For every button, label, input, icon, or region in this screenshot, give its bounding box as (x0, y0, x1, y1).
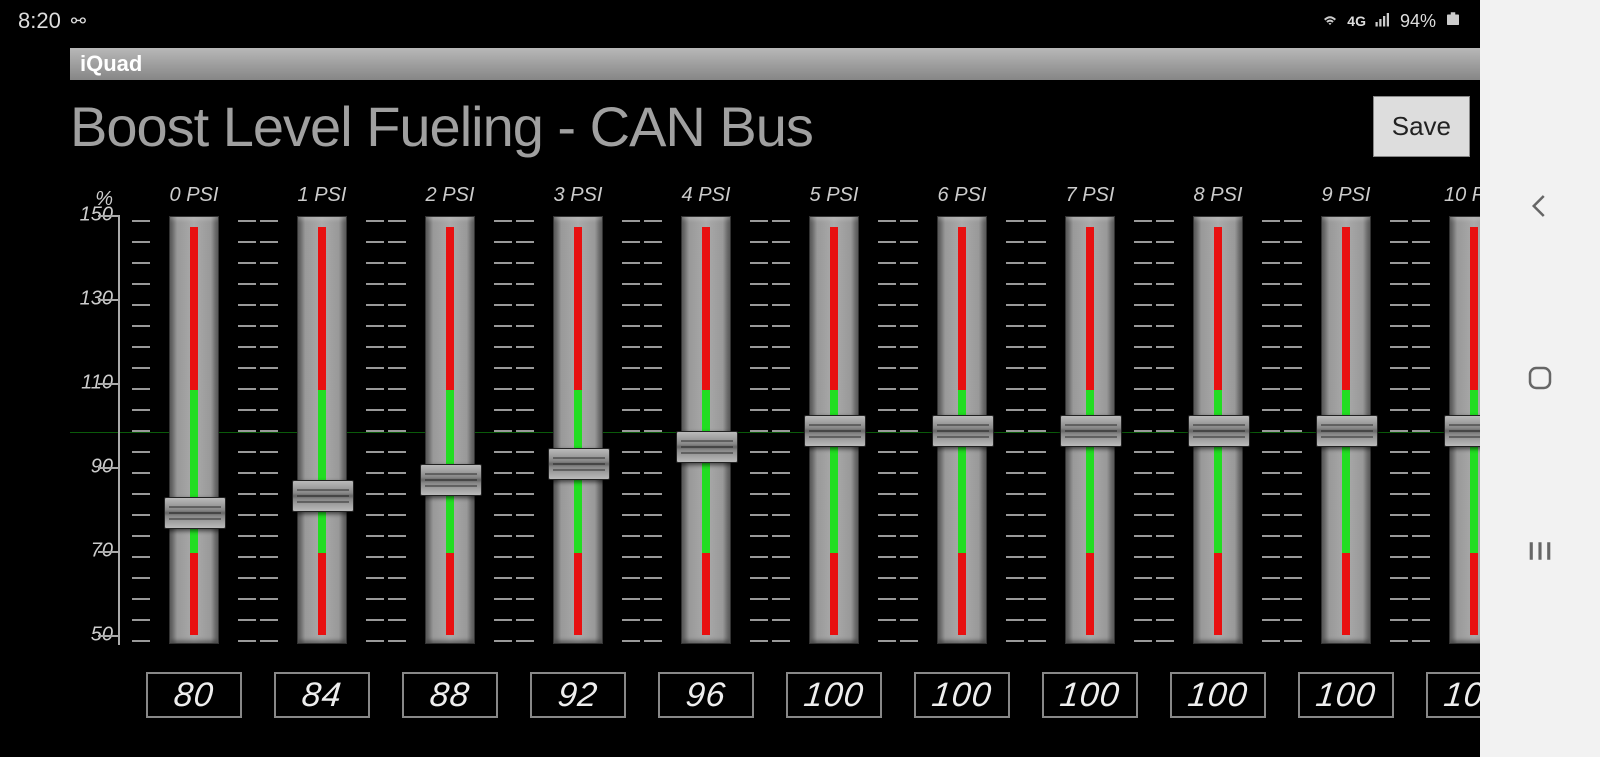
slider-column: 3 PSI 92 (514, 180, 642, 718)
slider-thumb[interactable] (1060, 415, 1122, 447)
value-text: 84 (300, 676, 344, 715)
slider-column: 5 PSI 100 (770, 180, 898, 718)
value-display: 80 (146, 672, 242, 718)
page-title: Boost Level Fueling - CAN Bus (70, 94, 813, 159)
slider-track[interactable] (1065, 216, 1115, 644)
slider-column: 10 PSI 100 (1410, 180, 1480, 718)
slider-thumb[interactable] (548, 448, 610, 480)
slider-chart: % 150130110907050 0 PSI 80 1 PSI 84 2 PSI 88 3… (70, 180, 1480, 757)
status-time: 8:20 (18, 8, 61, 34)
slider[interactable] (514, 210, 642, 650)
psi-label: 3 PSI (554, 180, 603, 210)
value-display: 100 (1042, 672, 1138, 718)
psi-label: 7 PSI (1066, 180, 1115, 210)
app-title-bar: iQuad (70, 48, 1480, 80)
value-display: 100 (1426, 672, 1480, 718)
slider-thumb[interactable] (932, 415, 994, 447)
value-display: 100 (1298, 672, 1394, 718)
value-display: 88 (402, 672, 498, 718)
psi-label: 4 PSI (682, 180, 731, 210)
value-display: 92 (530, 672, 626, 718)
slider-track[interactable] (1449, 216, 1480, 644)
slider-thumb[interactable] (1316, 415, 1378, 447)
slider-track[interactable] (169, 216, 219, 644)
value-text: 100 (1186, 676, 1250, 715)
slider[interactable] (1154, 210, 1282, 650)
app-title: iQuad (80, 51, 142, 77)
value-display: 100 (786, 672, 882, 718)
save-button[interactable]: Save (1373, 96, 1470, 157)
value-display: 96 (658, 672, 754, 718)
slider-track[interactable] (937, 216, 987, 644)
value-text: 100 (1314, 676, 1378, 715)
system-nav-bar (1480, 0, 1600, 757)
slider[interactable] (258, 210, 386, 650)
value-text: 88 (428, 676, 472, 715)
psi-label: 6 PSI (938, 180, 987, 210)
psi-label: 5 PSI (810, 180, 859, 210)
psi-label: 1 PSI (298, 180, 347, 210)
slider-column: 6 PSI 100 (898, 180, 1026, 718)
slider-column: 1 PSI 84 (258, 180, 386, 718)
value-text: 96 (684, 676, 728, 715)
slider-thumb[interactable] (804, 415, 866, 447)
slider[interactable] (1282, 210, 1410, 650)
signal-icon (1374, 10, 1392, 33)
slider-track[interactable] (425, 216, 475, 644)
value-text: 92 (556, 676, 600, 715)
slider[interactable] (130, 210, 258, 650)
value-display: 84 (274, 672, 370, 718)
app-viewport: 8:20 ⚯ 4G 94% iQuad Boost Level Fueling … (0, 0, 1480, 757)
value-display: 100 (914, 672, 1010, 718)
slider-track[interactable] (809, 216, 859, 644)
value-text: 100 (1442, 676, 1480, 715)
value-text: 100 (802, 676, 866, 715)
slider-track[interactable] (1321, 216, 1371, 644)
slider-thumb[interactable] (420, 464, 482, 496)
value-display: 100 (1170, 672, 1266, 718)
slider-thumb[interactable] (292, 480, 354, 512)
slider[interactable] (642, 210, 770, 650)
slider-column: 9 PSI 100 (1282, 180, 1410, 718)
slider[interactable] (898, 210, 1026, 650)
battery-icon (1444, 10, 1462, 33)
psi-label: 10 PSI (1444, 180, 1480, 210)
slider[interactable] (386, 210, 514, 650)
slider[interactable] (770, 210, 898, 650)
psi-label: 0 PSI (170, 180, 219, 210)
psi-label: 2 PSI (426, 180, 475, 210)
slider[interactable] (1410, 210, 1480, 650)
slider[interactable] (1026, 210, 1154, 650)
value-text: 80 (172, 676, 216, 715)
y-axis: % 150130110907050 (70, 180, 125, 650)
value-text: 100 (930, 676, 994, 715)
status-bar: 8:20 ⚯ 4G 94% (0, 0, 1480, 42)
slider-track[interactable] (1193, 216, 1243, 644)
value-text: 100 (1058, 676, 1122, 715)
slider-track[interactable] (297, 216, 347, 644)
slider-column: 8 PSI 100 (1154, 180, 1282, 718)
wifi-icon (1321, 10, 1339, 33)
slider-thumb[interactable] (164, 497, 226, 529)
network-label: 4G (1347, 13, 1366, 29)
slider-track[interactable] (681, 216, 731, 644)
slider-column: 7 PSI 100 (1026, 180, 1154, 718)
psi-label: 8 PSI (1194, 180, 1243, 210)
slider-column: 4 PSI 96 (642, 180, 770, 718)
slider-column: 0 PSI 80 (130, 180, 258, 718)
slider-thumb[interactable] (676, 431, 738, 463)
battery-percent: 94% (1400, 11, 1436, 32)
slider-column: 2 PSI 88 (386, 180, 514, 718)
slider-thumb[interactable] (1444, 415, 1480, 447)
psi-label: 9 PSI (1322, 180, 1371, 210)
home-button[interactable] (1515, 353, 1565, 403)
voicemail-icon: ⚯ (71, 11, 84, 32)
slider-thumb[interactable] (1188, 415, 1250, 447)
recents-button[interactable] (1515, 526, 1565, 576)
back-button[interactable] (1515, 181, 1565, 231)
slider-track[interactable] (553, 216, 603, 644)
